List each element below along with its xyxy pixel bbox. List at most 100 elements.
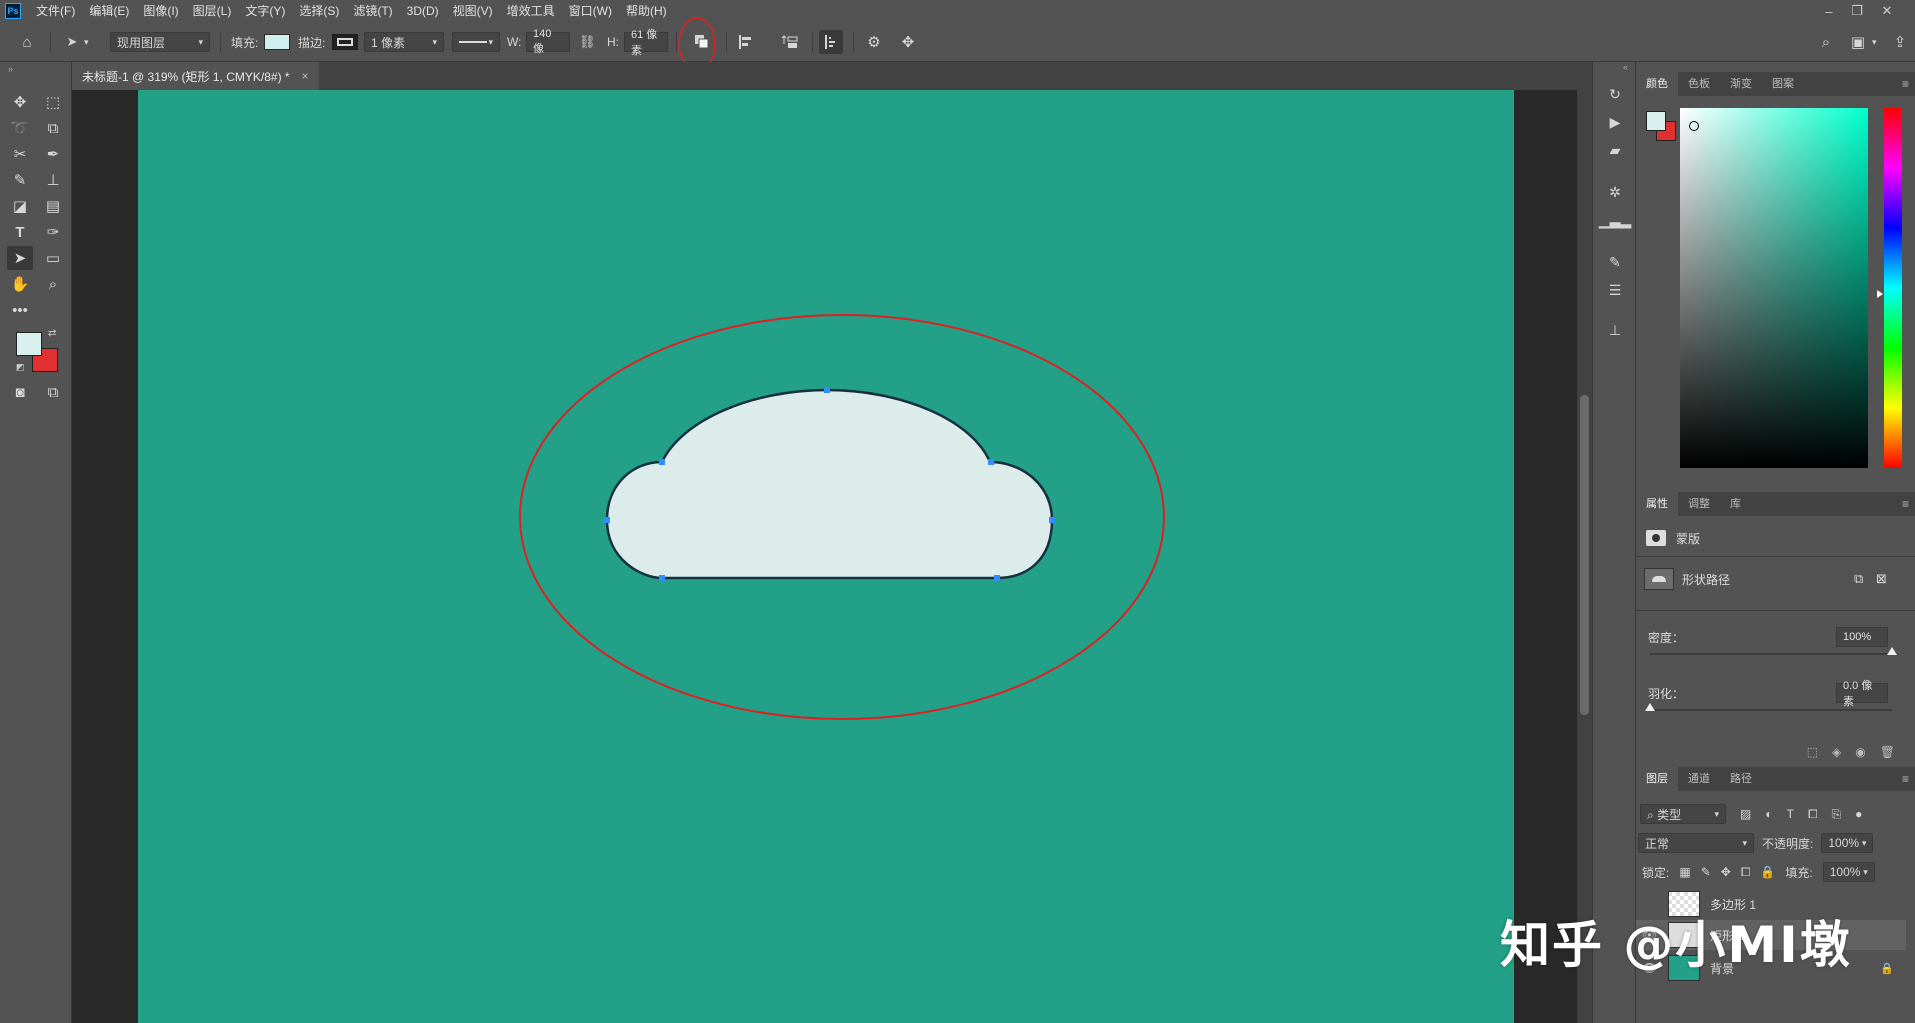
rectangle-tool-icon[interactable]: ▭ [40,246,66,270]
swap-colors-icon[interactable]: ⇄ [48,328,56,339]
clone-source-icon[interactable]: ⊥ [1603,318,1627,342]
density-input[interactable]: 100% [1836,627,1888,647]
document-tab[interactable]: 未标题-1 @ 319% (矩形 1, CMYK/8#) * × [72,62,319,90]
brushes-icon[interactable]: ✎ [1603,250,1627,274]
minimize-icon[interactable]: – [1815,0,1843,22]
width-input[interactable]: 140 像 [526,28,570,55]
lock-position-icon[interactable]: ✥ [1721,865,1731,879]
menu-select[interactable]: 选择(S) [292,0,346,22]
color-picker-field[interactable] [1680,108,1868,468]
eraser-tool-icon[interactable]: ◪ [7,194,33,218]
type-tool-icon[interactable]: T [7,220,33,244]
feather-input[interactable]: 0.0 像素 [1836,680,1888,708]
restore-icon[interactable]: ❐ [1843,0,1871,22]
hue-slider[interactable] [1884,108,1902,468]
screen-mode-icon[interactable]: ⧉ [40,380,66,404]
tab-channels[interactable]: 通道 [1678,767,1720,791]
hue-slider-marker[interactable] [1877,290,1883,298]
crop-tool-icon[interactable]: ✂ [7,142,33,166]
stroke-size-dropdown[interactable]: 1 像素 ▾ [364,32,444,52]
eye-icon[interactable]: ◉ [1855,745,1865,759]
zoom-tool-icon[interactable]: ⌕ [40,272,66,296]
anchor-point[interactable] [604,517,610,523]
menu-help[interactable]: 帮助(H) [619,0,674,22]
menu-image[interactable]: 图像(I) [136,0,185,22]
filter-smart-object-icon[interactable]: ⎘ [1832,807,1842,822]
history-icon[interactable]: ↻ [1603,82,1627,106]
pen-tool-icon[interactable]: ✑ [40,220,66,244]
gear-icon[interactable]: ⚙ [862,30,886,54]
filter-adjustment-icon[interactable]: ◐ [1765,807,1772,821]
path-alignment-button[interactable] [734,30,758,54]
more-tools-icon[interactable]: ••• [7,298,33,322]
path-arrangement-button[interactable] [778,30,802,54]
anchor-point[interactable] [1049,517,1055,523]
collapse-icon[interactable]: » [8,64,13,74]
panel-menu-icon[interactable]: ≡ [1902,767,1909,791]
trash-icon[interactable]: 🗑 [1880,745,1895,759]
menu-type[interactable]: 文字(Y) [238,0,292,22]
transform-icon[interactable]: ✥ [896,30,920,54]
density-slider-track[interactable] [1650,653,1892,655]
lock-pixels-icon[interactable]: ✎ [1701,865,1711,879]
apply-mask-icon[interactable]: ◈ [1832,745,1841,759]
lasso-tool-icon[interactable]: ➰ [7,116,33,140]
stroke-type-dropdown[interactable]: ▾ [452,32,500,52]
tab-layers[interactable]: 图层 [1636,767,1678,791]
stroke-swatch[interactable] [332,34,358,50]
shape-path-row[interactable]: 形状路径 ⧉ ⊠ [1636,565,1915,593]
tab-patterns[interactable]: 图案 [1762,72,1804,96]
filter-type-icon[interactable]: T [1787,807,1794,821]
brush-tool-icon[interactable]: ✎ [7,168,33,192]
default-colors-icon[interactable]: ◩ [16,362,25,373]
brush-settings-icon[interactable]: ✲ [1603,180,1627,204]
fill-swatch[interactable] [264,34,290,50]
filter-shape-icon[interactable]: ⧠ [1808,807,1818,822]
close-tab-icon[interactable]: × [302,69,309,83]
tab-color[interactable]: 颜色 [1636,72,1678,96]
marquee-tool-icon[interactable]: ⬚ [40,90,66,114]
tab-swatches[interactable]: 色板 [1678,72,1720,96]
move-tool-icon[interactable]: ✥ [7,90,33,114]
chevron-down-icon[interactable]: ▾ [84,31,89,53]
menu-plugins[interactable]: 增效工具 [500,0,562,22]
actions-icon[interactable]: ▶ [1603,110,1627,134]
menu-file[interactable]: 文件(F) [29,0,82,22]
menu-view[interactable]: 视图(V) [446,0,500,22]
anchor-point[interactable] [994,575,1000,581]
share-icon[interactable]: ⇪ [1888,30,1912,54]
workspace-icon[interactable]: ▣ [1846,30,1870,54]
menu-3d[interactable]: 3D(D) [400,0,446,22]
opacity-input[interactable]: 100% ▾ [1821,833,1874,853]
filter-toggle-icon[interactable]: ● [1855,807,1862,821]
gradient-tool-icon[interactable]: ▤ [40,194,66,218]
layer-select-dropdown[interactable]: 现用图层 ▾ [110,32,210,52]
tab-adjustments[interactable]: 调整 [1678,492,1720,516]
tab-paths[interactable]: 路径 [1720,767,1762,791]
panel-menu-icon[interactable]: ≡ [1902,72,1909,96]
align-edges-button[interactable] [819,30,843,54]
menu-layer[interactable]: 图层(L) [186,0,239,22]
foreground-color-swatch[interactable] [16,332,42,356]
cloud-shape[interactable] [605,388,1054,580]
object-select-tool-icon[interactable]: ⧉ [40,116,66,140]
height-input[interactable]: 61 像素 [624,29,668,57]
menu-filter[interactable]: 滤镜(T) [346,0,399,22]
lock-transparent-icon[interactable]: ▦ [1679,865,1690,879]
histogram-icon[interactable]: ▁▃▂ [1599,208,1631,232]
feather-slider-thumb[interactable] [1645,703,1655,711]
anchor-point[interactable] [659,575,665,581]
color-panel-foreground-swatch[interactable] [1646,111,1666,131]
lock-artboard-icon[interactable]: ⧠ [1741,865,1751,880]
menu-window[interactable]: 窗口(W) [562,0,619,22]
select-mask-icon[interactable]: ⊠ [1876,571,1887,587]
anchor-point[interactable] [824,387,830,393]
tab-properties[interactable]: 属性 [1636,492,1678,516]
blend-mode-dropdown[interactable]: 正常 ▾ [1638,833,1754,853]
comments-icon[interactable]: ▰ [1603,138,1627,162]
add-mask-icon[interactable]: ⧉ [1854,571,1863,587]
eyedropper-tool-icon[interactable]: ✒ [40,142,66,166]
lock-all-icon[interactable]: 🔒 [1760,865,1775,879]
feather-slider-track[interactable] [1650,709,1892,711]
close-icon[interactable]: ✕ [1873,0,1901,22]
